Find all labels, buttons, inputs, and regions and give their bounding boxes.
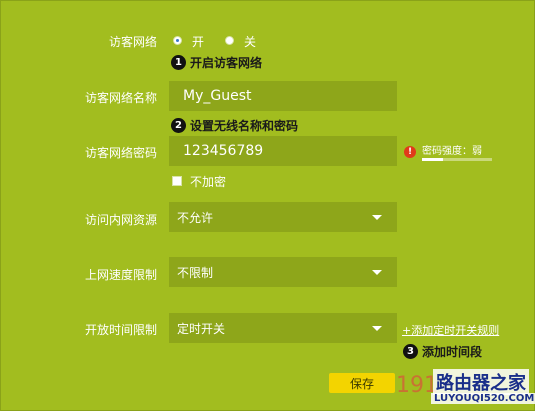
step-1-hint: 1 开启访客网络 [171,54,262,71]
step-3-hint: 3 添加时间段 [403,343,482,360]
step-1-number: 1 [171,55,186,70]
speed-limit-select[interactable]: 不限制 [169,257,397,287]
guest-name-input[interactable]: My_Guest [169,81,397,111]
guest-name-label: 访客网络名称 [84,91,157,105]
watermark-url: LUYOUQI520.COM [431,393,535,404]
password-strength-bar [422,158,492,161]
open-time-select[interactable]: 定时开关 [169,313,397,343]
lan-access-label: 访问内网资源 [84,213,157,227]
step-1-text: 开启访客网络 [190,56,263,70]
settings-panel: 访客网络 开 关 1 开启访客网络 访客网络名称 My_Guest 2 设置无线… [0,0,535,411]
password-strength-fill [422,158,443,161]
step-3-text: 添加时间段 [422,345,483,359]
lan-access-select[interactable]: 不允许 [169,202,397,232]
step-2-number: 2 [171,118,186,133]
password-strength-label: 密码强度：弱 [422,146,482,157]
step-2-hint: 2 设置无线名称和密码 [171,117,298,134]
chevron-down-icon [372,215,382,220]
guest-network-on-label[interactable]: 开 [192,33,204,50]
guest-network-on-radio[interactable] [173,36,182,45]
guest-network-off-label[interactable]: 关 [244,33,256,50]
add-schedule-rule-link[interactable]: +添加定时开关规则 [402,322,499,338]
chevron-down-icon [372,270,382,275]
no-encrypt-checkbox[interactable] [172,176,182,186]
guest-password-label: 访客网络密码 [84,146,157,160]
speed-limit-value: 不限制 [177,265,214,280]
step-3-number: 3 [403,344,418,359]
open-time-value: 定时开关 [177,321,226,336]
no-encrypt-label[interactable]: 不加密 [190,173,226,190]
guest-network-label: 访客网络 [108,35,157,49]
exclamation-icon: ! [404,146,416,158]
lan-access-value: 不允许 [177,210,214,225]
watermark-brand: 路由器之家 [433,369,529,395]
speed-limit-label: 上网速度限制 [84,268,157,282]
chevron-down-icon [372,326,382,331]
open-time-label: 开放时间限制 [84,323,157,337]
step-2-text: 设置无线名称和密码 [190,119,299,133]
guest-password-input[interactable]: 123456789 [169,136,397,166]
guest-network-off-radio[interactable] [225,36,234,45]
save-button[interactable]: 保存 [329,373,395,393]
